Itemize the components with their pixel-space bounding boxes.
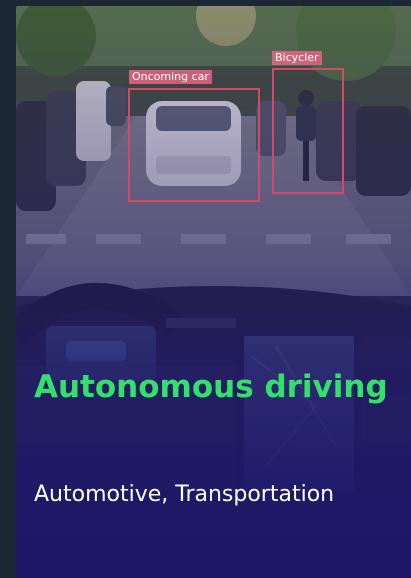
- card-subtitle: Automotive, Transportation: [34, 482, 335, 507]
- oncoming-car-label: Oncoming car: [129, 70, 212, 84]
- oncoming-car-box: [128, 88, 260, 202]
- card-title: Autonomous driving: [34, 369, 388, 405]
- industry-card[interactable]: Oncoming car Bicycler Autonomous driving…: [16, 6, 411, 578]
- bicycler-label: Bicycler: [272, 51, 322, 65]
- bicycler-box: [272, 68, 344, 194]
